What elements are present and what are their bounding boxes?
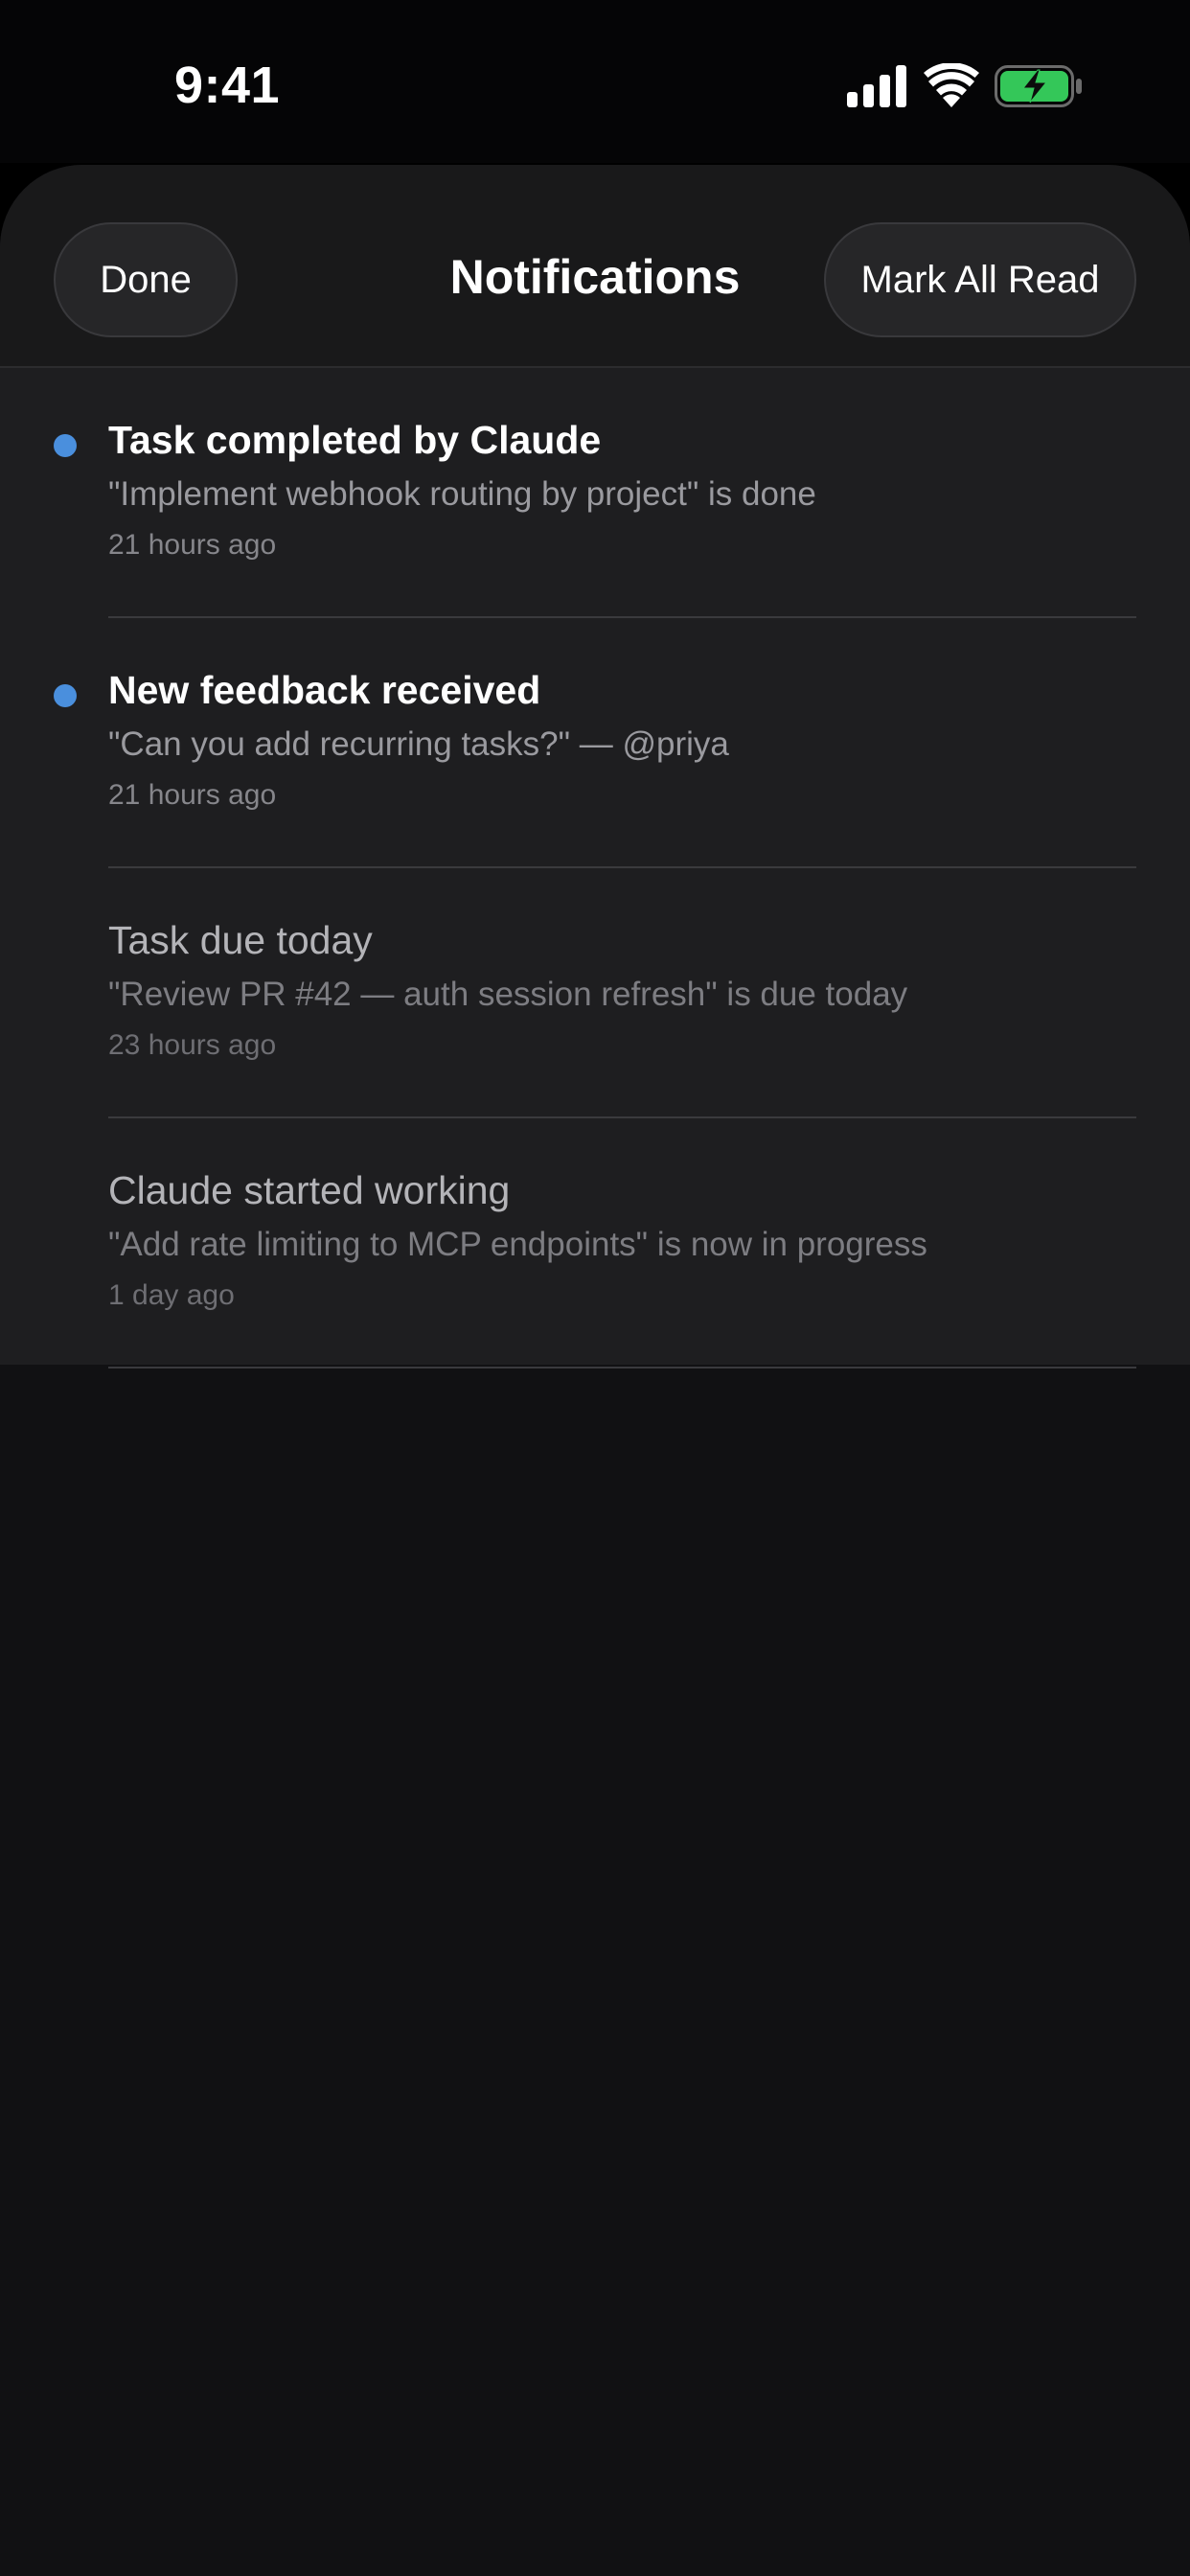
notification-time: 23 hours ago [108, 1029, 277, 1061]
unread-dot-icon [54, 684, 77, 707]
mark-all-read-button[interactable]: Mark All Read [824, 222, 1136, 337]
notification-body: "Implement webhook routing by project" i… [108, 475, 816, 513]
notification-time: 21 hours ago [108, 779, 277, 811]
notification-time: 21 hours ago [108, 529, 277, 561]
notification-title: New feedback received [108, 668, 541, 712]
notifications-sheet: Done Notifications Mark All Read Task co… [0, 165, 1190, 2576]
cellular-signal-icon [847, 65, 906, 107]
notification-item[interactable]: Task due today "Review PR #42 — auth ses… [0, 868, 1190, 1118]
notification-title: Claude started working [108, 1168, 511, 1212]
unread-dot-icon [54, 434, 77, 457]
sheet-header: Done Notifications Mark All Read [0, 165, 1190, 368]
notification-body: "Can you add recurring tasks?" — @priya [108, 725, 729, 763]
notification-title: Task due today [108, 918, 373, 962]
status-time: 9:41 [174, 57, 281, 114]
wifi-icon [924, 63, 979, 107]
status-bar: 9:41 [0, 0, 1190, 163]
notification-item[interactable]: New feedback received "Can you add recur… [0, 618, 1190, 868]
notification-body: "Add rate limiting to MCP endpoints" is … [108, 1226, 927, 1263]
notification-item[interactable]: Task completed by Claude "Implement webh… [0, 368, 1190, 618]
notification-list: Task completed by Claude "Implement webh… [0, 368, 1190, 1368]
notification-title: Task completed by Claude [108, 418, 602, 462]
notification-time: 1 day ago [108, 1279, 235, 1311]
notification-body: "Review PR #42 — auth session refresh" i… [108, 976, 908, 1013]
notification-item[interactable]: Claude started working "Add rate limitin… [0, 1118, 1190, 1368]
battery-charging-icon [995, 65, 1082, 107]
